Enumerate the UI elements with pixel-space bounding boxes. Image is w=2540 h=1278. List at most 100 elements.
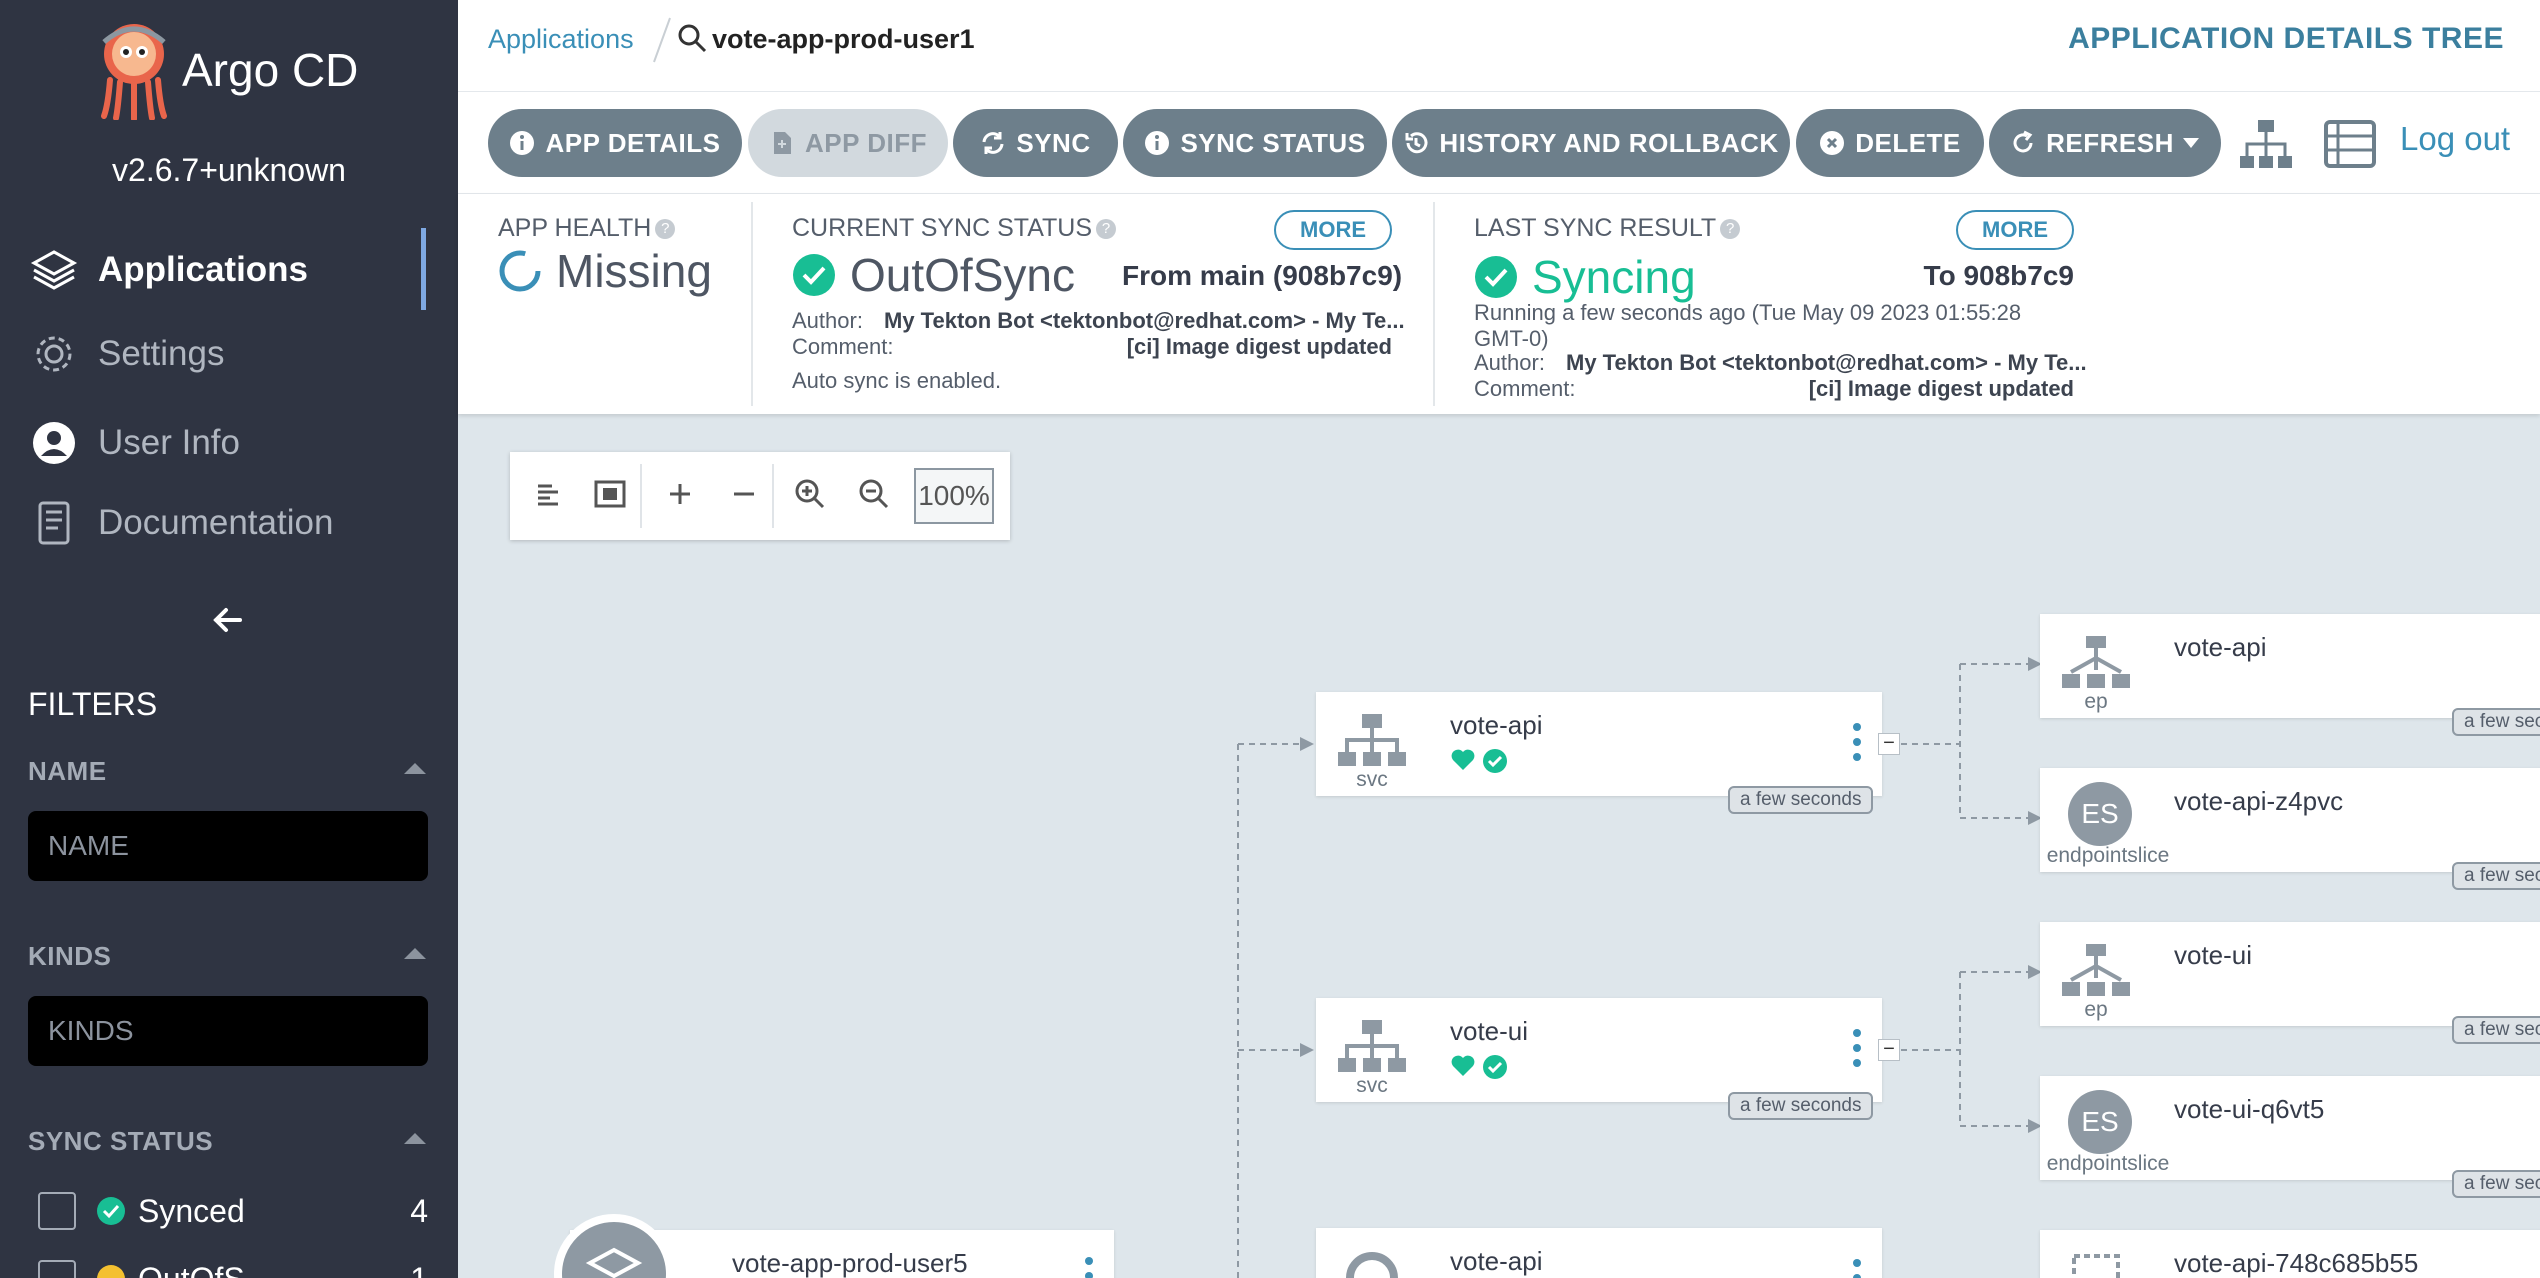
current-sync-label-text: CURRENT SYNC STATUS (792, 214, 1093, 242)
help-icon[interactable]: ? (655, 219, 676, 240)
sidebar-item-user-info[interactable]: User Info (28, 413, 428, 473)
last-author: My Tekton Bot <tektonbot@redhat.com> - M… (1566, 350, 2087, 376)
current-sync-more-button[interactable]: MORE (1274, 210, 1392, 250)
node-age-badge: a few seco (2452, 1170, 2540, 1198)
refresh-button[interactable]: REFRESH (1989, 109, 2221, 177)
endpoint-icon (2062, 636, 2130, 688)
app-diff-button[interactable]: APP DIFF (748, 109, 948, 177)
help-icon[interactable]: ? (1720, 219, 1741, 240)
argo-logo-icon (101, 24, 167, 120)
sidebar-item-settings[interactable]: Settings (28, 324, 428, 384)
sync-icon (982, 132, 1004, 154)
sync-button[interactable]: SYNC (953, 109, 1118, 177)
node-kind: svc (1356, 1074, 1388, 1097)
node-deployment-vote-api[interactable]: vote-api (1316, 1228, 1882, 1278)
service-icon (1338, 1020, 1406, 1072)
sync-filter-outofsync[interactable]: OutOfS 1 (38, 1260, 428, 1278)
node-service-vote-api[interactable]: svc vote-api (1316, 692, 1882, 796)
checkbox[interactable] (38, 1192, 76, 1230)
sync-filter-synced[interactable]: Synced 4 (38, 1192, 428, 1230)
current-author-text: My Tekton Bot <tektonbot@redhat.com> - M… (884, 308, 1405, 333)
node-replicaset-vote-api[interactable]: vote-api-748c685b55 (2040, 1230, 2540, 1278)
node-name: vote-app-prod-user5 (732, 1248, 968, 1278)
current-sync-value: OutOfSync (792, 248, 1075, 302)
kebab-menu-icon[interactable] (1084, 1256, 1094, 1278)
zoom-in-icon[interactable] (790, 474, 830, 514)
current-comment-label: Comment: (792, 334, 894, 359)
node-kind: svc (1356, 768, 1388, 791)
last-comment-label: Comment: (1474, 376, 1576, 401)
delete-button[interactable]: DELETE (1796, 109, 1984, 177)
arrow-left-icon[interactable] (208, 600, 248, 640)
sidebar-item-applications[interactable]: Applications (28, 240, 428, 300)
caret-down-icon (2182, 138, 2199, 148)
divider (1433, 202, 1435, 406)
active-indicator (421, 228, 426, 310)
caret-up-icon[interactable] (402, 760, 428, 776)
app-details-button[interactable]: APP DETAILS (488, 109, 742, 177)
minus-icon[interactable] (724, 474, 764, 514)
caret-up-icon[interactable] (402, 1130, 428, 1146)
history-label: HISTORY AND ROLLBACK (1439, 127, 1779, 158)
last-running-line1: Running a few seconds ago (Tue May 09 20… (1474, 300, 2022, 325)
kebab-menu-icon[interactable] (1852, 722, 1862, 762)
node-service-vote-ui[interactable]: svc vote-ui (1316, 998, 1882, 1102)
search-icon[interactable] (676, 22, 708, 54)
kebab-menu-icon[interactable] (1852, 1258, 1862, 1278)
node-name: vote-api-z4pvc (2174, 786, 2344, 816)
breadcrumb-applications[interactable]: Applications (488, 24, 634, 55)
node-endpoint-vote-api[interactable]: ep vote-api (2040, 614, 2540, 718)
history-rollback-button[interactable]: HISTORY AND ROLLBACK (1392, 109, 1790, 177)
breadcrumb-separator (653, 17, 671, 63)
help-icon[interactable]: ? (1096, 219, 1117, 240)
node-age-badge: a few seco (2452, 1016, 2540, 1044)
collapse-button[interactable]: − (1878, 733, 1900, 755)
align-left-icon[interactable] (528, 474, 568, 514)
collapse-button[interactable]: − (1878, 1039, 1900, 1061)
brand[interactable]: Argo CD (94, 20, 358, 120)
node-name: vote-api-748c685b55 (2174, 1248, 2419, 1278)
info-icon (510, 131, 535, 155)
last-sync-revision[interactable]: To 908b7c9 (1824, 260, 2074, 292)
last-comment-text: [ci] Image digest updated (1808, 376, 2074, 401)
brand-name: Argo CD (182, 44, 359, 96)
last-sync-label: LAST SYNC RESULT? (1474, 214, 1741, 243)
resource-graph: 100% svc vote-api a few seconds − svc vo… (458, 414, 2540, 1278)
app-health-label-text: APP HEALTH (498, 214, 652, 242)
last-running-line2: GMT-0) (1474, 326, 1549, 351)
name-filter-input[interactable]: NAME (28, 811, 428, 881)
delete-label: DELETE (1855, 127, 1961, 158)
check-circle-icon (1483, 1055, 1507, 1079)
app-details-label: APP DETAILS (545, 127, 721, 158)
sidebar-item-documentation[interactable]: Documentation (28, 493, 428, 553)
sidebar-item-label: Settings (98, 334, 225, 373)
node-endpoint-vote-ui[interactable]: ep vote-ui (2040, 922, 2540, 1026)
node-age-badge: a few seco (2452, 708, 2540, 736)
tree-view-icon[interactable] (2236, 116, 2296, 172)
node-endpointslice-vote-ui-q6vt5[interactable]: ES endpointslice vote-ui-q6vt5 (2040, 1076, 2540, 1180)
last-sync-more-button[interactable]: MORE (1956, 210, 2074, 250)
caret-up-icon[interactable] (402, 945, 428, 961)
top-bar: Applications vote-app-prod-user1 APPLICA… (458, 0, 2540, 92)
zoom-level[interactable]: 100% (914, 468, 994, 524)
last-author-text: My Tekton Bot <tektonbot@redhat.com> - M… (1566, 350, 2087, 375)
zoom-out-icon[interactable] (854, 474, 894, 514)
plus-icon[interactable] (660, 474, 700, 514)
graph-zoom-toolbar: 100% (510, 452, 1010, 540)
kinds-filter-input[interactable]: KINDS (28, 996, 428, 1066)
sync-status-filter-label: SYNC STATUS (28, 1126, 214, 1156)
breadcrumb-current-app[interactable]: vote-app-prod-user1 (712, 24, 975, 55)
fit-screen-icon[interactable] (590, 474, 630, 514)
kebab-menu-icon[interactable] (1852, 1028, 1862, 1068)
check-circle-icon (1475, 256, 1517, 298)
current-sync-revision[interactable]: From main (908b7c9) (1122, 260, 1402, 292)
list-view-icon[interactable] (2320, 116, 2380, 172)
checkbox[interactable] (38, 1260, 76, 1278)
node-endpointslice-vote-api-z4pvc[interactable]: ES endpointslice vote-api-z4pvc (2040, 768, 2540, 872)
node-name: vote-ui (2174, 940, 2253, 970)
deployment-icon (1346, 1252, 1398, 1278)
page-title: APPLICATION DETAILS TREE (2068, 22, 2504, 55)
last-comment: [ci] Image digest updated (1740, 376, 2074, 402)
logout-link[interactable]: Log out (2400, 120, 2510, 158)
sync-status-button[interactable]: SYNC STATUS (1123, 109, 1387, 177)
